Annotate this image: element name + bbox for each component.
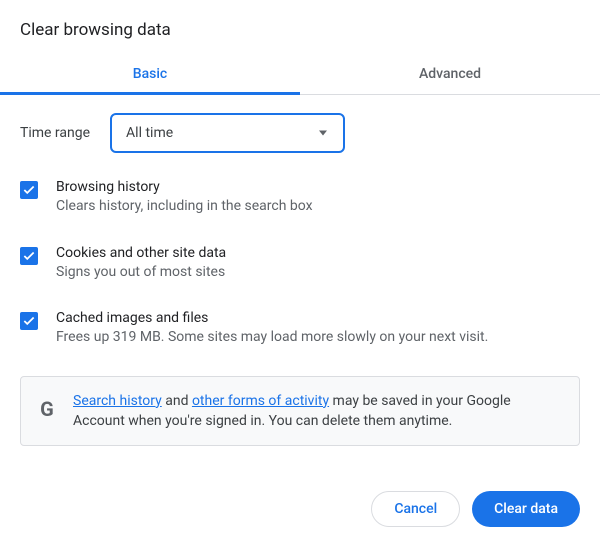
checkbox-cache[interactable] xyxy=(20,312,38,330)
option-desc: Clears history, including in the search … xyxy=(56,197,313,217)
option-cache: Cached images and files Frees up 319 MB.… xyxy=(20,310,580,348)
checkbox-browsing-history[interactable] xyxy=(20,181,38,199)
option-cookies: Cookies and other site data Signs you ou… xyxy=(20,245,580,283)
check-icon xyxy=(22,314,36,328)
tab-basic[interactable]: Basic xyxy=(0,54,300,94)
option-title: Cookies and other site data xyxy=(56,245,226,261)
option-text: Cached images and files Frees up 319 MB.… xyxy=(56,310,488,348)
link-search-history[interactable]: Search history xyxy=(73,393,162,409)
time-range-label: Time range xyxy=(20,125,90,141)
checkbox-cookies[interactable] xyxy=(20,247,38,265)
tab-bar: Basic Advanced xyxy=(0,54,600,95)
option-title: Browsing history xyxy=(56,179,313,195)
option-text: Cookies and other site data Signs you ou… xyxy=(56,245,226,283)
cancel-button-label: Cancel xyxy=(394,501,437,517)
clear-data-button[interactable]: Clear data xyxy=(472,491,580,527)
option-text: Browsing history Clears history, includi… xyxy=(56,179,313,217)
info-text: Search history and other forms of activi… xyxy=(73,391,563,432)
cancel-button[interactable]: Cancel xyxy=(371,491,460,527)
google-g-icon: G xyxy=(37,391,57,424)
tab-advanced[interactable]: Advanced xyxy=(300,54,600,94)
info-text-mid: and xyxy=(162,393,192,409)
tab-basic-label: Basic xyxy=(133,66,167,82)
option-desc: Frees up 319 MB. Some sites may load mor… xyxy=(56,328,488,348)
dialog-body: Time range All time Browsing history Cle… xyxy=(0,95,600,446)
option-browsing-history: Browsing history Clears history, includi… xyxy=(20,179,580,217)
link-other-activity[interactable]: other forms of activity xyxy=(192,393,329,409)
time-range-value: All time xyxy=(126,125,173,141)
chevron-down-icon xyxy=(319,131,327,136)
check-icon xyxy=(22,249,36,263)
option-desc: Signs you out of most sites xyxy=(56,263,226,283)
option-title: Cached images and files xyxy=(56,310,488,326)
check-icon xyxy=(22,183,36,197)
clear-browsing-data-dialog: Clear browsing data Basic Advanced Time … xyxy=(0,0,600,545)
tab-advanced-label: Advanced xyxy=(419,66,481,82)
clear-data-button-label: Clear data xyxy=(494,501,558,517)
dialog-title: Clear browsing data xyxy=(0,0,600,54)
time-range-row: Time range All time xyxy=(20,113,580,153)
dialog-footer: Cancel Clear data xyxy=(371,491,580,527)
time-range-select[interactable]: All time xyxy=(110,113,345,153)
google-account-info: G Search history and other forms of acti… xyxy=(20,376,580,447)
